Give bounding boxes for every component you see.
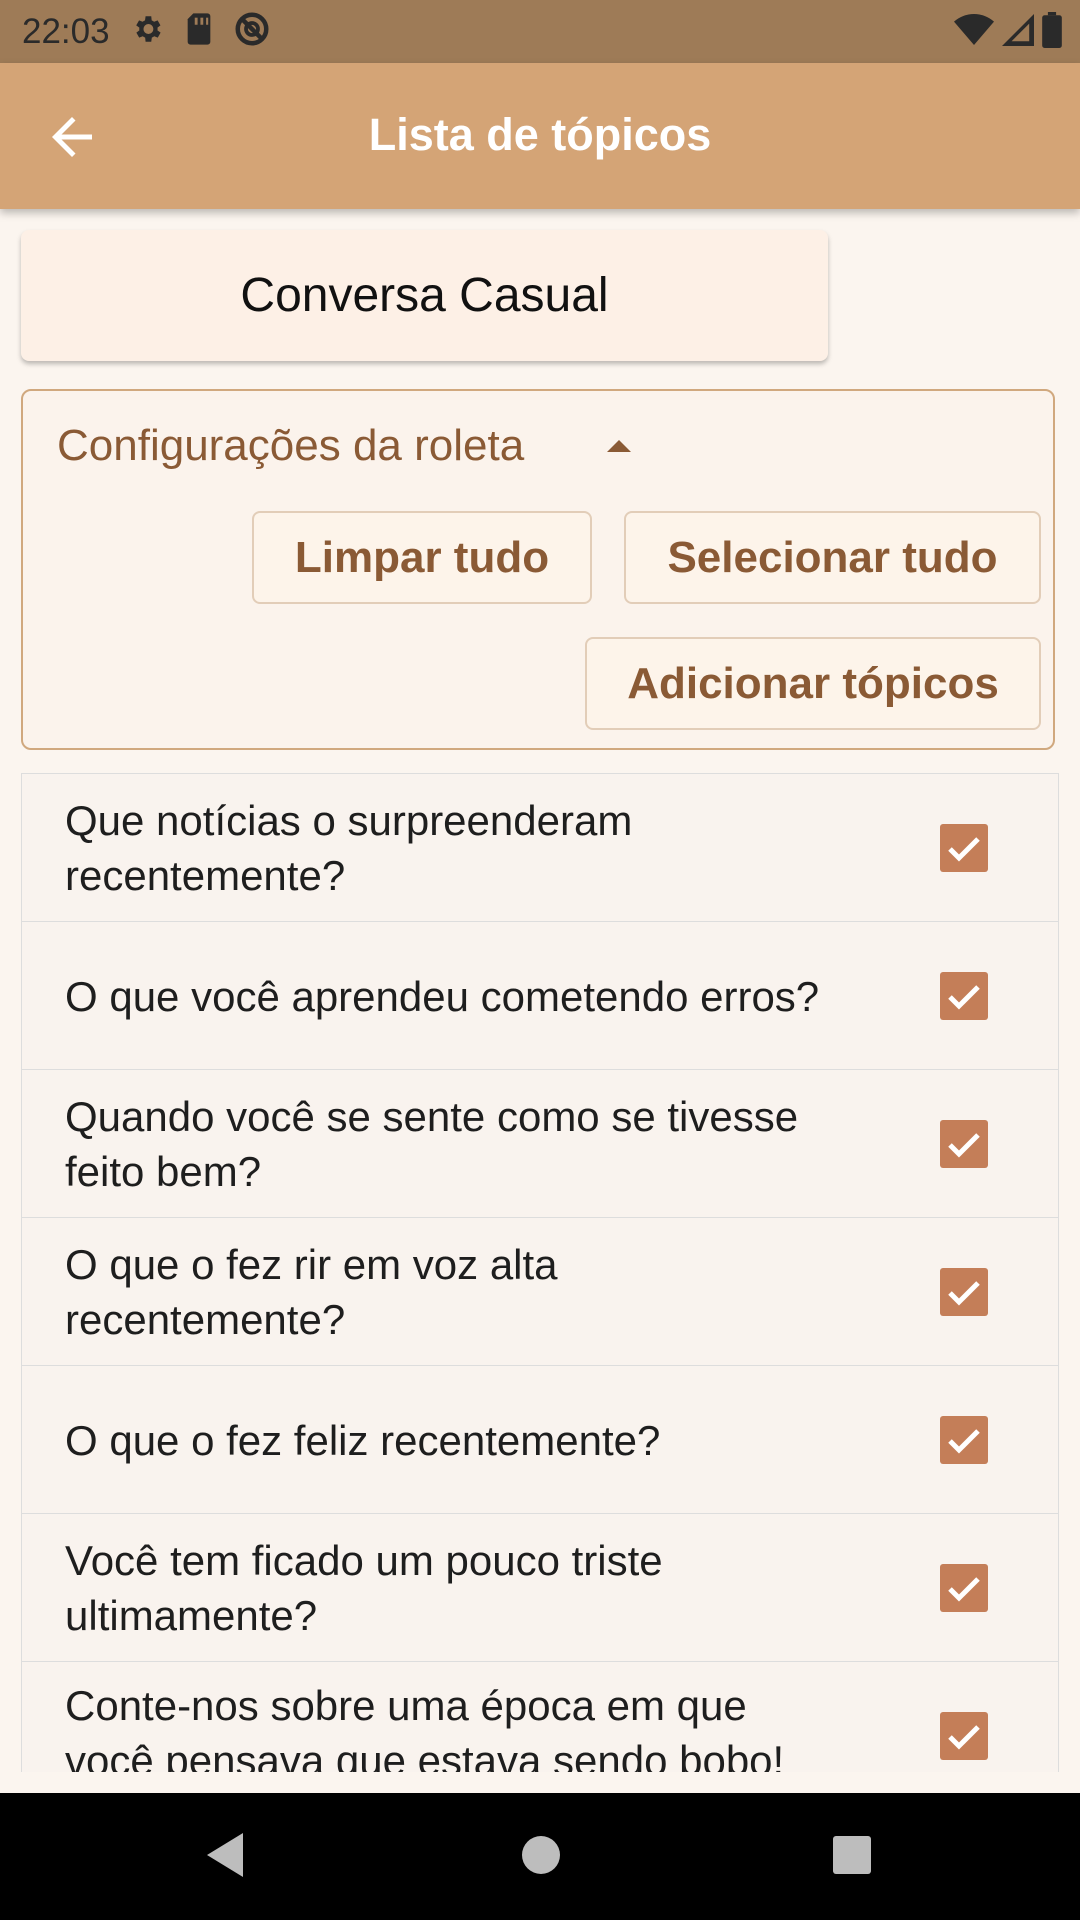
select-all-button[interactable]: Selecionar tudo [624, 511, 1041, 604]
list-item[interactable]: Quando você se sente como se tivesse fei… [21, 1069, 1059, 1217]
topic-checkbox[interactable] [940, 1120, 988, 1168]
topic-text: O que o fez rir em voz alta recentemente… [65, 1241, 558, 1343]
list-item[interactable]: O que o fez rir em voz alta recentemente… [21, 1217, 1059, 1365]
clear-all-button[interactable]: Limpar tudo [252, 511, 592, 604]
caret-up-icon[interactable] [605, 438, 633, 459]
status-time: 22:03 [22, 11, 110, 51]
list-item[interactable]: O que o fez feliz recentemente? [21, 1365, 1059, 1513]
battery-icon [1042, 12, 1062, 53]
topic-checkbox[interactable] [940, 1416, 988, 1464]
app-bar: Lista de tópicos [0, 63, 1080, 209]
check-icon [948, 1725, 980, 1750]
topic-checkbox[interactable] [940, 972, 988, 1020]
roulette-settings-panel: Configurações da roleta Limpar tudo Sele… [21, 389, 1055, 750]
signal-icon [1002, 13, 1034, 52]
category-button[interactable]: Conversa Casual [21, 230, 828, 361]
status-bar: 22:03 [0, 0, 1080, 63]
check-icon [948, 985, 980, 1010]
add-topics-button[interactable]: Adicionar tópicos [585, 637, 1041, 730]
wifi-icon [954, 13, 994, 52]
check-icon [948, 1577, 980, 1602]
topic-text: Quando você se sente como se tivesse fei… [65, 1093, 799, 1195]
check-icon [948, 1281, 980, 1306]
check-icon [948, 1429, 980, 1454]
topic-text: Que notícias o surpreenderam recentement… [65, 797, 633, 899]
topic-checkbox[interactable] [940, 1268, 988, 1316]
check-icon [948, 1133, 980, 1158]
topic-text: O que o fez feliz recentemente? [65, 1416, 661, 1464]
do-not-disturb-icon [234, 11, 270, 52]
settings-heading[interactable]: Configurações da roleta [57, 421, 524, 471]
topic-checkbox[interactable] [940, 1564, 988, 1612]
topic-list: Que notícias o surpreenderam recentement… [21, 773, 1059, 1772]
recents-square-icon[interactable] [831, 1831, 873, 1884]
topic-text: O que você aprendeu cometendo erros? [65, 972, 820, 1020]
check-icon [948, 837, 980, 862]
topic-checkbox[interactable] [940, 824, 988, 872]
list-item[interactable]: Você tem ficado um pouco triste ultimame… [21, 1513, 1059, 1661]
list-item[interactable]: Conte-nos sobre uma época em que você pe… [21, 1661, 1059, 1772]
home-circle-icon[interactable] [520, 1831, 562, 1884]
page-title: Lista de tópicos [368, 109, 712, 160]
topic-checkbox[interactable] [940, 1712, 988, 1760]
topic-text: Conte-nos sobre uma época em que você pe… [65, 1682, 785, 1772]
back-triangle-icon[interactable] [205, 1831, 247, 1884]
sd-card-icon [184, 12, 214, 51]
list-item[interactable]: Que notícias o surpreenderam recentement… [21, 773, 1059, 921]
settings-icon [130, 12, 164, 51]
list-item[interactable]: O que você aprendeu cometendo erros? [21, 921, 1059, 1069]
navigation-bar [0, 1793, 1080, 1920]
topic-text: Você tem ficado um pouco triste ultimame… [65, 1537, 663, 1639]
